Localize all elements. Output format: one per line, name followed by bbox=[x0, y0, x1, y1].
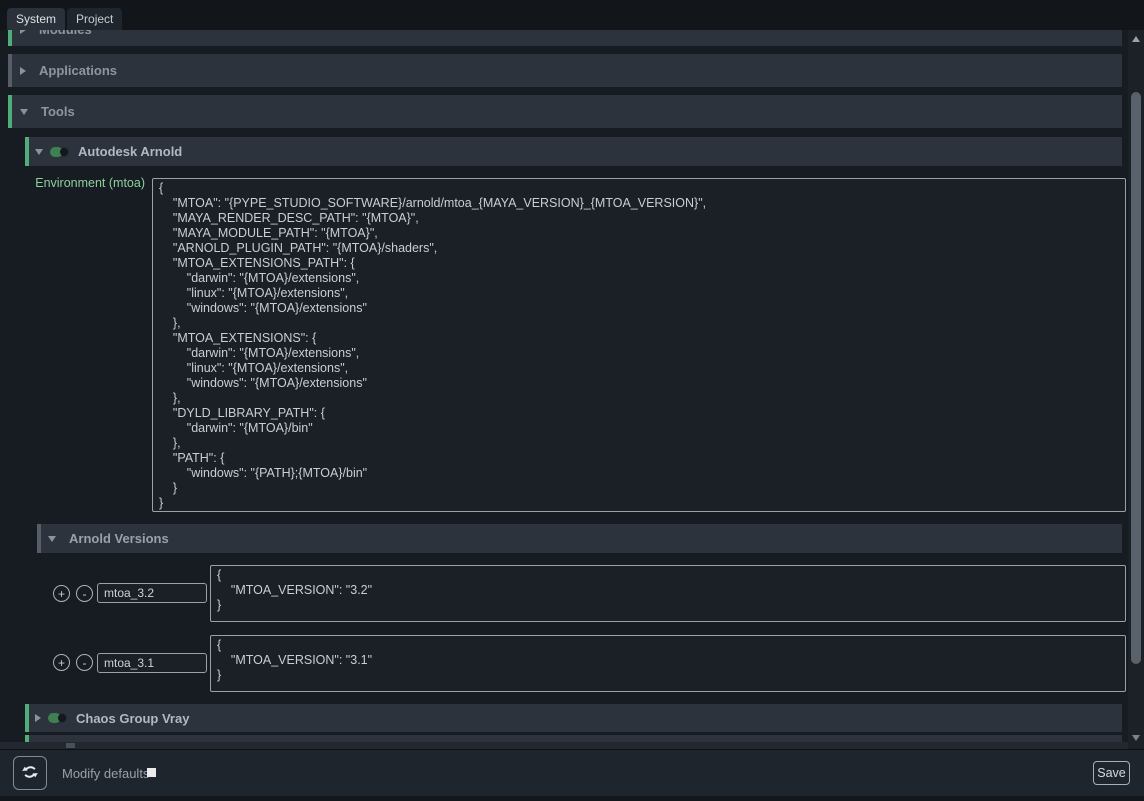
expand-arrow-icon bbox=[20, 67, 26, 75]
default-stripe bbox=[37, 524, 41, 553]
add-version-button[interactable]: + bbox=[53, 585, 70, 602]
expand-arrow-icon bbox=[35, 714, 41, 722]
settings-window: System Project Modules Applications Tool… bbox=[0, 0, 1144, 801]
tool-title: Autodesk Arnold bbox=[78, 144, 182, 159]
tab-bar: System Project bbox=[0, 0, 1144, 30]
refresh-icon bbox=[21, 763, 39, 784]
tab-project[interactable]: Project bbox=[67, 8, 122, 30]
environment-mtoa-editor[interactable]: { "MTOA": "{PYPE_STUDIO_SOFTWARE}/arnold… bbox=[152, 178, 1126, 512]
section-title: Modules bbox=[39, 30, 92, 37]
version-name-input[interactable] bbox=[97, 583, 207, 603]
modified-stripe bbox=[8, 30, 12, 46]
collapse-arrow-icon bbox=[20, 109, 28, 115]
section-header-tools[interactable]: Tools bbox=[8, 95, 1122, 128]
footer-bar: Modify defaults Save bbox=[0, 749, 1144, 796]
modify-defaults-label: Modify defaults bbox=[62, 766, 149, 781]
toggle-knob bbox=[60, 148, 68, 156]
environment-mtoa-label: Environment (mtoa) bbox=[20, 176, 145, 190]
scroll-down-arrow-icon[interactable] bbox=[1132, 735, 1140, 741]
section-header-applications[interactable]: Applications bbox=[8, 54, 1122, 87]
partial-section-header[interactable] bbox=[25, 735, 1122, 742]
modified-stripe bbox=[25, 137, 29, 166]
remove-version-button[interactable]: - bbox=[76, 585, 93, 602]
modified-stripe bbox=[8, 95, 12, 128]
collapse-arrow-icon bbox=[35, 149, 43, 155]
remove-version-button[interactable]: - bbox=[76, 654, 93, 671]
section-title: Tools bbox=[41, 104, 75, 119]
scroll-up-arrow-icon[interactable] bbox=[1132, 36, 1140, 42]
modified-stripe bbox=[25, 735, 29, 742]
section-title: Applications bbox=[39, 63, 117, 78]
horizontal-scrollbar[interactable] bbox=[0, 742, 1128, 749]
section-header-autodesk-arnold[interactable]: Autodesk Arnold bbox=[25, 137, 1122, 166]
default-stripe bbox=[8, 54, 12, 87]
version-editor-mtoa-3-1[interactable]: { "MTOA_VERSION": "3.1" } bbox=[210, 635, 1126, 692]
toggle-knob bbox=[58, 714, 66, 722]
arnold-enabled-toggle[interactable] bbox=[50, 147, 69, 157]
section-header-modules[interactable]: Modules bbox=[8, 30, 1122, 46]
collapse-arrow-icon bbox=[48, 536, 56, 542]
section-header-chaos-group-vray[interactable]: Chaos Group Vray bbox=[25, 704, 1122, 732]
save-button[interactable]: Save bbox=[1093, 761, 1130, 785]
modify-defaults-checkbox[interactable] bbox=[147, 768, 156, 777]
version-editor-mtoa-3-2[interactable]: { "MTOA_VERSION": "3.2" } bbox=[210, 565, 1126, 622]
expand-arrow-icon bbox=[20, 30, 26, 34]
vray-enabled-toggle[interactable] bbox=[48, 713, 67, 723]
horizontal-scrollbar-thumb[interactable] bbox=[66, 743, 75, 748]
tab-system[interactable]: System bbox=[7, 8, 65, 30]
tool-title: Chaos Group Vray bbox=[76, 711, 189, 726]
vertical-scrollbar[interactable] bbox=[1128, 30, 1144, 749]
modified-stripe bbox=[25, 704, 29, 732]
vertical-scrollbar-thumb[interactable] bbox=[1131, 92, 1141, 664]
window-bottom-edge bbox=[0, 796, 1144, 801]
section-title: Arnold Versions bbox=[69, 531, 169, 546]
settings-scroll-area: Modules Applications Tools Autodesk Arno… bbox=[0, 30, 1128, 749]
add-version-button[interactable]: + bbox=[53, 654, 70, 671]
section-header-arnold-versions[interactable]: Arnold Versions bbox=[37, 524, 1122, 553]
version-name-input[interactable] bbox=[97, 653, 207, 673]
refresh-button[interactable] bbox=[13, 756, 47, 790]
